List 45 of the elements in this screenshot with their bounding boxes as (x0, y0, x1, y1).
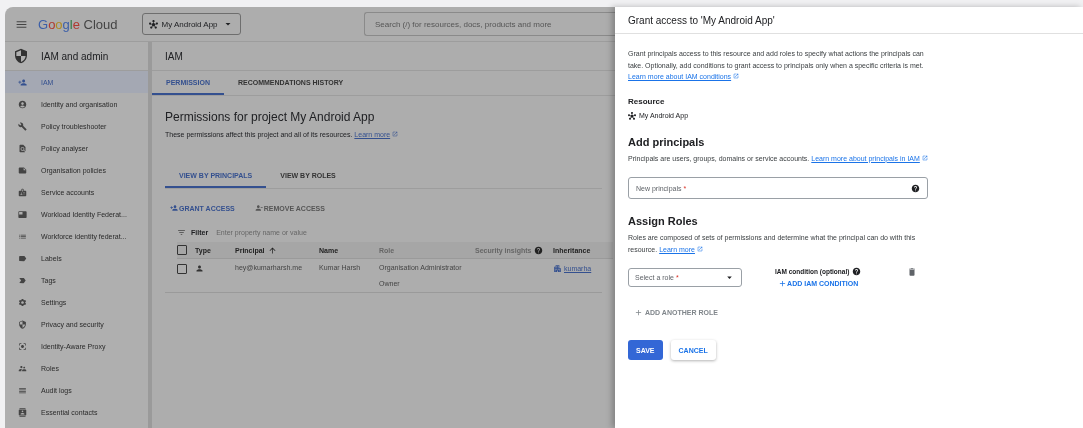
row-checkbox[interactable] (177, 264, 187, 274)
help-icon (534, 245, 544, 255)
card-icon (18, 209, 27, 219)
badge-icon (18, 187, 27, 197)
building-icon (553, 264, 562, 273)
filter-icon (177, 227, 186, 237)
select-all-checkbox[interactable] (177, 245, 187, 255)
document-search-icon (18, 143, 27, 153)
arrow-tag-icon (18, 275, 27, 285)
user-plus-icon (170, 204, 178, 212)
hub-icon (148, 19, 158, 29)
plus-icon (778, 279, 788, 288)
focus-icon (18, 341, 27, 351)
product-logo[interactable]: Google Cloud (38, 16, 118, 32)
user-plus-icon (18, 77, 27, 87)
external-link-icon (733, 73, 740, 79)
settings-icon (18, 297, 27, 307)
people-icon (18, 363, 27, 373)
help-icon (911, 183, 920, 193)
shield-icon (18, 319, 27, 329)
contacts-icon (18, 407, 27, 417)
plus-icon (634, 308, 643, 317)
external-link-icon (921, 154, 928, 161)
panel-title: Grant access to 'My Android App' (615, 7, 1083, 34)
external-link-icon (696, 245, 703, 252)
note-icon (18, 165, 27, 175)
hub-icon (628, 111, 636, 120)
project-picker[interactable]: My Android App (141, 13, 241, 35)
tag-icon (18, 253, 27, 263)
help-icon (852, 267, 862, 276)
user-minus-icon (254, 204, 263, 212)
resource-heading: Resource (628, 96, 666, 106)
search-field[interactable]: Search (/) for resources, docs, products and more (364, 12, 615, 36)
section-heading: Assign Roles (628, 215, 699, 227)
wrench-icon (18, 121, 27, 131)
lines-icon (18, 385, 27, 395)
delete-icon[interactable] (907, 267, 918, 277)
external-link-icon (392, 131, 399, 137)
shield-user-icon (13, 48, 29, 64)
person-icon (195, 264, 204, 273)
sort-arrow-icon (267, 245, 277, 255)
section-heading: Permissions for project My Android App (165, 110, 376, 124)
page-title: IAM (152, 42, 615, 71)
sidebar-title: IAM and admin (41, 50, 109, 62)
section-heading: Add principals (628, 135, 706, 148)
